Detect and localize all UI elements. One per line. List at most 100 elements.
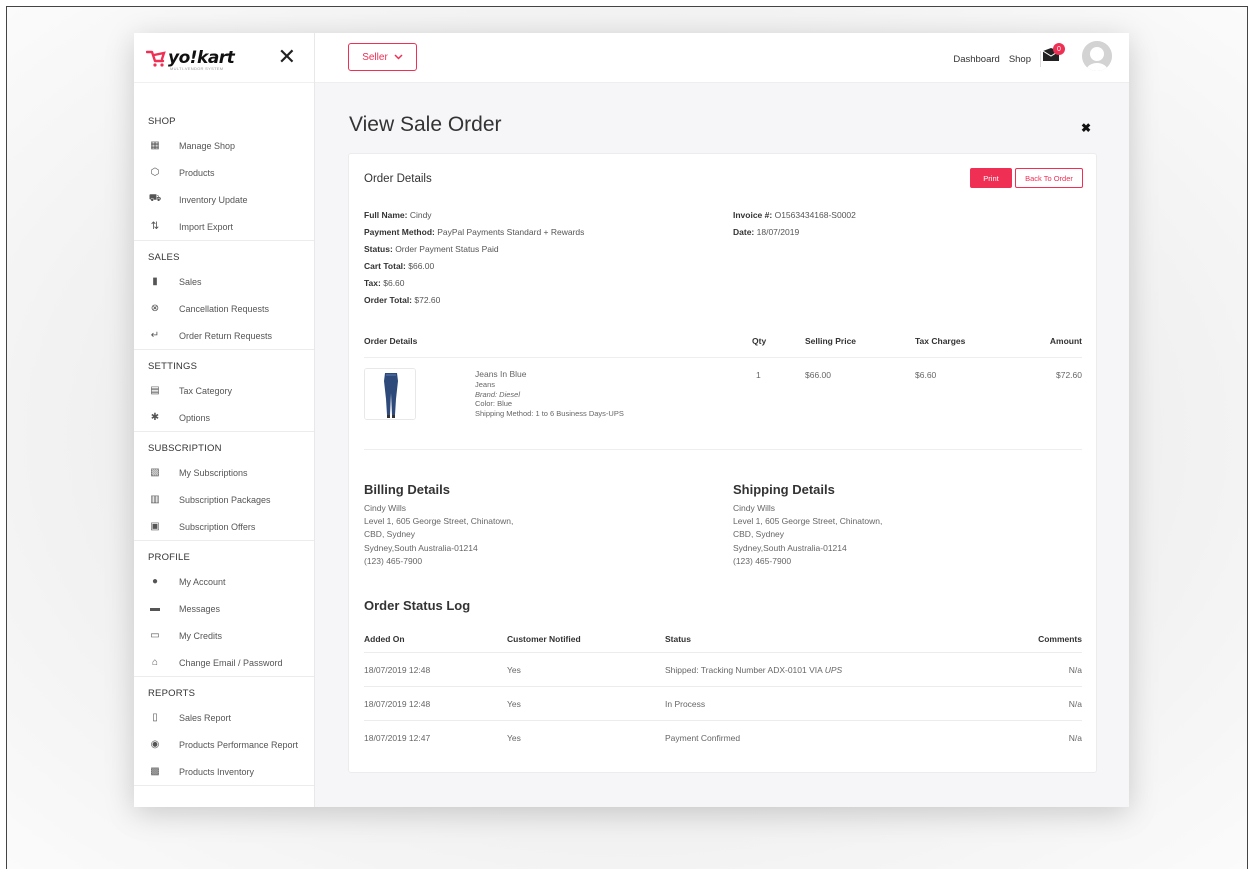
log-notified: Yes xyxy=(507,698,521,709)
sidebar-item-import-export[interactable]: ⇅ Import Export xyxy=(134,213,314,240)
top-links: Dashboard Shop xyxy=(953,51,1041,67)
divider xyxy=(1040,51,1041,67)
brand-logo[interactable]: yo!kart MULTI-VENDOR SYSTEM ✕ xyxy=(134,33,314,83)
product-brand: Brand: Diesel xyxy=(475,389,521,399)
sidebar-item-sales[interactable]: ▮ Sales xyxy=(134,268,314,295)
card-title: Order Details xyxy=(364,173,432,185)
info-full-name: Full Name: Cindy xyxy=(364,210,432,220)
item-qty: 1 xyxy=(756,370,761,380)
log-status: Payment Confirmed xyxy=(665,733,741,743)
product-color: Color: Blue xyxy=(475,399,513,408)
sidebar-item-label: Subscription Offers xyxy=(179,521,256,532)
sidebar-item-label: Tax Category xyxy=(179,385,233,396)
product-category: Jeans xyxy=(475,380,496,389)
print-button[interactable]: Print xyxy=(970,168,1012,188)
lock-icon: ⌂ xyxy=(151,657,159,668)
log-comments: N/a xyxy=(1068,698,1082,709)
table-row: 18/07/2019 12:48 Yes Shipped: Tracking N… xyxy=(364,653,1082,687)
bar-chart-icon: ▮ xyxy=(152,276,158,287)
dashboard-link[interactable]: Dashboard xyxy=(953,54,999,65)
gauge-icon: ◉ xyxy=(150,739,160,750)
sidebar-item-sales-report[interactable]: ▯ Sales Report xyxy=(134,704,314,731)
sidebar-item-messages[interactable]: ▬ Messages xyxy=(134,595,314,622)
sidebar: yo!kart MULTI-VENDOR SYSTEM ✕ SHOP ▦ Manag… xyxy=(134,33,315,807)
nav-section-heading: SHOP xyxy=(148,116,176,127)
status-log-title: Order Status Log xyxy=(364,598,471,613)
col-qty: Qty xyxy=(752,336,767,346)
sidebar-item-subscription-offers[interactable]: ▣ Subscription Offers xyxy=(134,513,314,540)
sidebar-item-label: Order Return Requests xyxy=(179,330,273,341)
sidebar-item-label: Products Performance Report xyxy=(179,739,299,750)
sidebar-item-cancellation-requests[interactable]: ⊗ Cancellation Requests xyxy=(134,295,314,322)
sidebar-item-label: Products Inventory xyxy=(179,766,255,777)
info-date: Date: 18/07/2019 xyxy=(733,227,800,237)
product-thumbnail[interactable] xyxy=(364,368,416,420)
item-amount: $72.60 xyxy=(1056,370,1082,380)
nav-section-profile: PROFILE ● My Account ▬ Messages ▭ My Credits ⌂ C… xyxy=(134,541,314,677)
package-icon: ▥ xyxy=(150,494,160,505)
shop-link[interactable]: Shop xyxy=(1009,54,1031,65)
inventory-icon: ▩ xyxy=(150,766,160,777)
item-tax: $6.60 xyxy=(915,370,937,380)
app-window: yo!kart MULTI-VENDOR SYSTEM ✕ SHOP ▦ Manag… xyxy=(134,33,1129,807)
cart-logo-icon xyxy=(145,49,166,67)
sidebar-item-my-subscriptions[interactable]: ▧ My Subscriptions xyxy=(134,459,314,486)
subscription-icon: ▧ xyxy=(150,467,160,478)
sidebar-item-my-account[interactable]: ● My Account xyxy=(134,568,314,595)
sidebar-item-label: Sales Report xyxy=(179,712,232,723)
order-info-right: Invoice #: O1563434168-S0002 Date: 18/07… xyxy=(733,207,856,241)
product-name[interactable]: Jeans In Blue xyxy=(475,368,624,380)
status-log-table: Added On Customer Notified Status Commen… xyxy=(364,626,1082,755)
cancel-circle-icon: ⊗ xyxy=(150,303,160,314)
order-card: Order Details Print Back To Order Full N… xyxy=(348,153,1097,773)
credit-card-icon: ▭ xyxy=(150,630,160,641)
seller-dropdown-button[interactable]: Seller xyxy=(348,43,417,71)
sidebar-item-order-return-requests[interactable]: ↵ Order Return Requests xyxy=(134,322,314,349)
sidebar-item-my-credits[interactable]: ▭ My Credits xyxy=(134,622,314,649)
sidebar-item-options[interactable]: ✱ Options xyxy=(134,404,314,431)
shipping-line: Level 1, 605 George Street, Chinatown, xyxy=(733,516,883,527)
col-status: Status xyxy=(665,634,691,644)
nav-section-heading: SETTINGS xyxy=(148,361,198,372)
info-payment-method: Payment Method: PayPal Payments Standard… xyxy=(364,227,585,237)
sidebar-item-products-inventory[interactable]: ▩ Products Inventory xyxy=(134,758,314,785)
arrows-icon: ⇅ xyxy=(150,221,160,232)
sidebar-item-label: Messages xyxy=(179,603,221,614)
log-notified: Yes xyxy=(507,733,521,743)
user-circle-icon: ● xyxy=(151,576,159,587)
mail-count-badge: 0 xyxy=(1053,43,1065,55)
close-sidebar-icon[interactable]: ✕ xyxy=(278,46,296,68)
avatar[interactable] xyxy=(1082,41,1112,71)
item-price: $66.00 xyxy=(805,370,831,380)
sidebar-item-inventory-update[interactable]: ⛟ Inventory Update xyxy=(134,186,314,213)
report-icon: ▯ xyxy=(152,712,158,723)
nav-section-heading: SALES xyxy=(148,252,180,263)
back-to-order-button[interactable]: Back To Order xyxy=(1015,168,1083,188)
order-info-left: Full Name: Cindy Payment Method: PayPal … xyxy=(364,207,584,309)
store-icon: ▦ xyxy=(150,140,160,151)
sidebar-item-change-email-password[interactable]: ⌂ Change Email / Password xyxy=(134,649,314,676)
info-invoice: Invoice #: O1563434168-S0002 xyxy=(733,210,856,220)
seller-label: Seller xyxy=(362,51,388,63)
shipping-title: Shipping Details xyxy=(733,482,835,497)
sidebar-item-products[interactable]: ⬡ Products xyxy=(134,159,314,186)
close-icon[interactable]: ✖ xyxy=(1081,121,1091,135)
col-amount: Amount xyxy=(1049,336,1082,346)
sidebar-item-label: Cancellation Requests xyxy=(179,303,270,314)
billing-title: Billing Details xyxy=(364,482,450,497)
sidebar-item-label: My Subscriptions xyxy=(179,467,248,478)
nav-section-heading: SUBSCRIPTION xyxy=(148,443,222,454)
col-comments: Comments xyxy=(1038,634,1082,644)
col-selling-price: Selling Price xyxy=(805,336,857,346)
table-row: Jeans In Blue Jeans Brand: Diesel Color:… xyxy=(364,366,1082,450)
return-icon: ↵ xyxy=(150,330,160,341)
box-icon: ⬡ xyxy=(150,167,160,178)
log-carrier: UPS xyxy=(824,664,843,675)
nav-section-heading: PROFILE xyxy=(148,552,191,563)
sidebar-item-label: Options xyxy=(179,412,211,423)
table-row: 18/07/2019 12:47 Yes Payment Confirmed N… xyxy=(364,721,1082,755)
sidebar-item-subscription-packages[interactable]: ▥ Subscription Packages xyxy=(134,486,314,513)
sidebar-item-products-performance-report[interactable]: ◉ Products Performance Report xyxy=(134,731,314,758)
sidebar-item-manage-shop[interactable]: ▦ Manage Shop xyxy=(134,132,314,159)
sidebar-item-tax-category[interactable]: ▤ Tax Category xyxy=(134,377,314,404)
